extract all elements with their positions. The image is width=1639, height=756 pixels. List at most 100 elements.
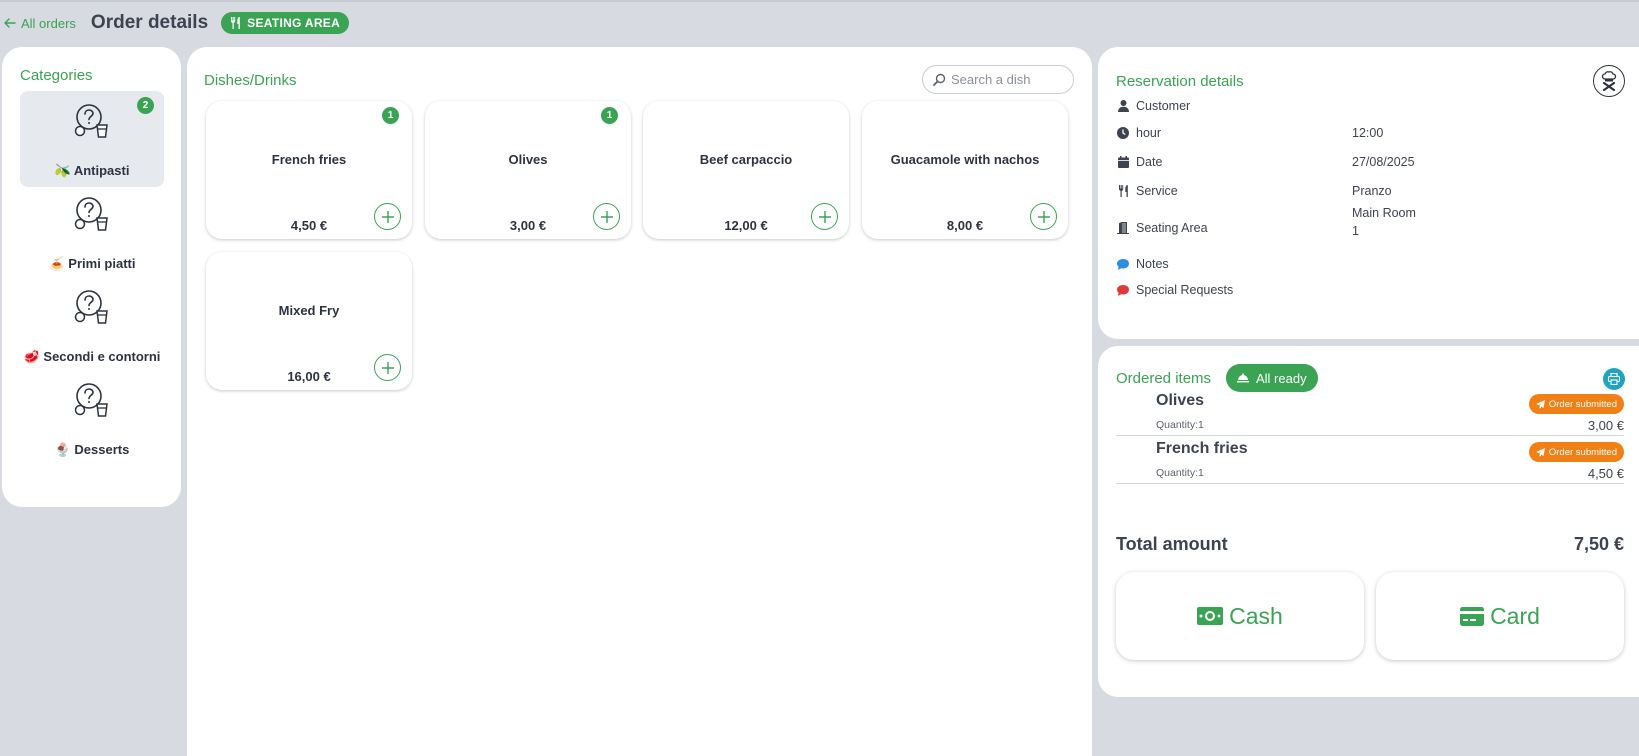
- card-label[interactable]: Card: [1490, 603, 1540, 630]
- order-item-name: Olives: [1156, 392, 1205, 409]
- cloche-icon: [1237, 373, 1249, 383]
- cash-label[interactable]: Cash: [1229, 603, 1283, 630]
- pay-card-button[interactable]: Card: [1376, 572, 1624, 660]
- category-label: 🥩 Secondi e contorni: [23, 349, 161, 364]
- user-icon: [1116, 99, 1130, 113]
- category-secondi-e-contorni[interactable]: 🥩 Secondi e contorni: [20, 277, 164, 373]
- calendar-icon: [1116, 155, 1130, 169]
- pay-cash-button[interactable]: Cash: [1116, 572, 1364, 660]
- seating-area-badge-label: SEATING AREA: [247, 16, 341, 30]
- reservation-label: Service: [1136, 184, 1178, 198]
- search-placeholder: Search a dish: [951, 72, 1031, 87]
- reservation-value-line2: 1: [1352, 224, 1359, 238]
- dish-name: Olives: [508, 152, 548, 167]
- dish-qty-badge: 1: [601, 107, 618, 124]
- page-title: Order details: [90, 12, 209, 33]
- question-food-icon: [74, 383, 108, 417]
- ordered-items-panel: Ordered items All ready Olives Quantity:…: [1098, 346, 1639, 697]
- dish-name: Beef carpaccio: [699, 152, 793, 167]
- search-icon: [933, 73, 946, 86]
- reservation-value: Main Room: [1352, 206, 1416, 220]
- utensils-icon: [1116, 184, 1130, 198]
- arrow-left-icon: [4, 18, 16, 28]
- dish-card-guacamole-with-nachos[interactable]: Guacamole with nachos 8,00 €: [862, 101, 1068, 239]
- plus-icon: [818, 210, 831, 223]
- comment-icon: [1116, 257, 1130, 271]
- reservation-value: Pranzo: [1352, 184, 1392, 198]
- search-dish-input[interactable]: Search a dish: [922, 65, 1074, 94]
- dish-card-mixed-fry[interactable]: Mixed Fry 16,00 €: [206, 252, 412, 390]
- category-primi-piatti[interactable]: 🍝 Primi piatti: [20, 184, 164, 280]
- reservation-value: 12:00: [1352, 126, 1384, 140]
- order-item-olives[interactable]: Olives Quantity:1 Order submitted 3,00 €: [1116, 388, 1624, 436]
- categories-panel: Categories 2 🫒 Antipasti 🍝 Primi piatti …: [2, 47, 181, 507]
- plus-icon: [381, 210, 394, 223]
- total-amount-value: 7,50 €: [1573, 534, 1624, 554]
- dishes-title: Dishes/Drinks: [204, 72, 297, 89]
- dishes-panel: Dishes/Drinks Search a dish 1 French fri…: [187, 47, 1092, 756]
- reservation-title: Reservation details: [1116, 73, 1244, 90]
- total-amount-label: Total amount: [1116, 534, 1228, 554]
- add-dish-button[interactable]: [374, 354, 401, 381]
- dish-qty-badge: 1: [382, 107, 399, 124]
- order-item-price: 3,00 €: [1587, 418, 1624, 433]
- category-antipasti[interactable]: 2 🫒 Antipasti: [20, 91, 164, 187]
- plus-icon: [381, 361, 394, 374]
- reservation-label: Special Requests: [1136, 283, 1234, 297]
- reservation-value: 27/08/2025: [1352, 155, 1415, 169]
- back-to-orders-link[interactable]: All orders: [4, 16, 76, 31]
- print-button[interactable]: [1603, 368, 1625, 390]
- order-item-french-fries[interactable]: French fries Quantity:1 Order submitted …: [1116, 436, 1624, 484]
- dish-name: French fries: [271, 152, 347, 167]
- question-food-icon: [74, 290, 108, 324]
- close-reservation-button[interactable]: [1593, 65, 1625, 97]
- plus-icon: [1037, 210, 1050, 223]
- printer-icon: [1608, 373, 1620, 385]
- reservation-label: Customer: [1136, 99, 1191, 113]
- dish-name: Mixed Fry: [278, 303, 340, 318]
- reservation-details-panel: Reservation details Customer hour 12:00 …: [1098, 47, 1639, 339]
- reservation-label: Date: [1136, 155, 1163, 169]
- chef-close-icon: [1601, 71, 1617, 91]
- credit-card-icon: [1460, 606, 1485, 626]
- question-food-icon: [74, 197, 108, 231]
- add-dish-button[interactable]: [811, 203, 838, 230]
- money-bill-icon: [1197, 607, 1224, 625]
- plus-icon: [600, 210, 613, 223]
- all-ready-label[interactable]: All ready: [1256, 371, 1307, 386]
- category-count-badge: 2: [137, 97, 154, 114]
- utensils-icon: [231, 17, 240, 29]
- order-status-label: Order submitted: [1548, 398, 1617, 410]
- order-item-price: 4,50 €: [1587, 466, 1624, 481]
- dish-card-beef-carpaccio[interactable]: Beef carpaccio 12,00 €: [643, 101, 849, 239]
- order-status-label: Order submitted: [1548, 446, 1617, 458]
- question-food-icon: [74, 104, 108, 138]
- door-icon: [1116, 221, 1130, 235]
- page-header: All orders Order details SEATING AREA: [0, 8, 350, 38]
- comment-icon: [1116, 283, 1130, 297]
- dish-card-olives[interactable]: 1 Olives 3,00 €: [425, 101, 631, 239]
- paper-plane-icon: [1535, 447, 1545, 457]
- order-item-quantity: Quantity:1: [1156, 419, 1204, 431]
- category-desserts[interactable]: 🍨 Desserts: [20, 370, 164, 466]
- seating-area-badge: SEATING AREA: [221, 12, 350, 34]
- back-link-label[interactable]: All orders: [21, 16, 76, 31]
- reservation-label: Seating Area: [1136, 221, 1208, 235]
- ordered-items-title: Ordered items: [1116, 370, 1212, 387]
- reservation-label: hour: [1136, 126, 1162, 140]
- categories-title: Categories: [20, 67, 93, 84]
- clock-icon: [1116, 126, 1130, 140]
- paper-plane-icon: [1535, 399, 1545, 409]
- category-label: 🫒 Antipasti: [54, 163, 130, 178]
- add-dish-button[interactable]: [1030, 203, 1057, 230]
- order-item-name: French fries: [1156, 440, 1248, 457]
- order-status-badge: Order submitted: [1528, 442, 1624, 462]
- category-label: 🍝 Primi piatti: [48, 256, 136, 271]
- top-border: [0, 0, 1639, 2]
- category-label: 🍨 Desserts: [54, 442, 130, 457]
- dish-card-french-fries[interactable]: 1 French fries 4,50 €: [206, 101, 412, 239]
- add-dish-button[interactable]: [374, 203, 401, 230]
- add-dish-button[interactable]: [593, 203, 620, 230]
- reservation-label: Notes: [1136, 257, 1169, 271]
- order-status-badge: Order submitted: [1528, 394, 1624, 414]
